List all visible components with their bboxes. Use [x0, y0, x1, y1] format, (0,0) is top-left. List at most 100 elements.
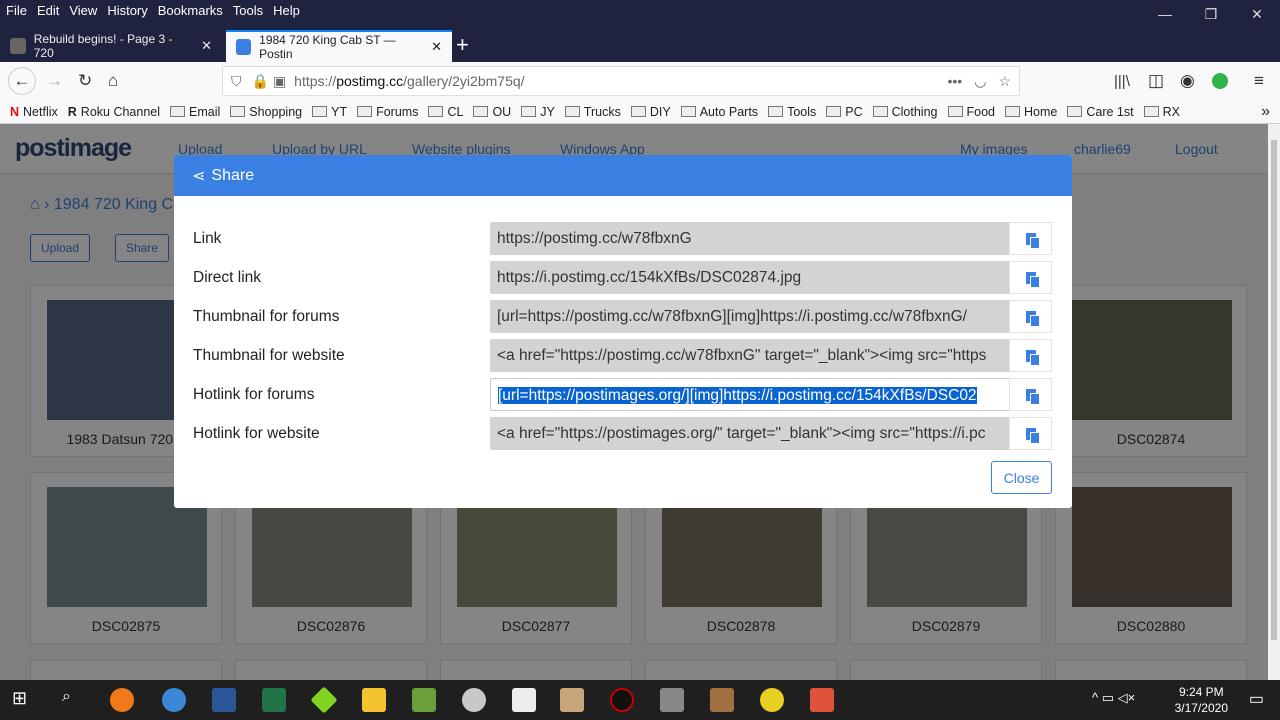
menu-bookmarks[interactable]: Bookmarks [158, 3, 223, 18]
scrollbar-thumb[interactable] [1271, 140, 1277, 640]
close-tab-icon[interactable]: ✕ [431, 39, 442, 55]
close-tab-icon[interactable]: ✕ [201, 38, 212, 54]
copy-button[interactable] [1009, 378, 1052, 411]
bookmark-folder[interactable]: Auto Parts [680, 105, 758, 119]
folder-icon [230, 106, 246, 117]
url-scheme: https:// [294, 73, 337, 89]
app-icon[interactable] [760, 688, 784, 712]
app-icon[interactable] [610, 688, 634, 712]
thunderbird-icon[interactable] [162, 688, 186, 712]
copy-icon [1025, 310, 1040, 327]
bookmark-label: Tools [787, 104, 817, 119]
bookmark-folder[interactable]: Tools [768, 105, 816, 119]
bookmark-folder[interactable]: PC [826, 105, 863, 119]
bookmark-label: Netflix [23, 104, 58, 119]
lock-icon: 🔒 [251, 72, 269, 89]
page-actions-icon[interactable]: ••• [948, 73, 963, 89]
menu-bar: File Edit View History Bookmarks Tools H… [6, 3, 300, 18]
bookmark-folder[interactable]: CL [428, 105, 463, 119]
bookmark-folder[interactable]: RX [1143, 105, 1180, 119]
menu-file[interactable]: File [6, 3, 27, 18]
pocket-icon[interactable]: ◡ [974, 73, 986, 90]
tab-postimage[interactable]: 1984 720 King Cab ST — Postin ✕ [226, 30, 452, 62]
scrollbar[interactable] [1268, 124, 1280, 680]
share-link-field[interactable]: [url=https://postimg.cc/w78fbxnG][img]ht… [490, 300, 1010, 333]
app-icon[interactable] [660, 688, 684, 712]
app-icon[interactable] [310, 686, 338, 714]
menu-history[interactable]: History [107, 3, 147, 18]
bookmark-folder[interactable]: Trucks [564, 105, 621, 119]
copy-button[interactable] [1009, 300, 1052, 333]
url-host: postimg.cc [336, 73, 404, 89]
bookmark-folder[interactable]: Forums [357, 105, 418, 119]
file-explorer-icon[interactable] [362, 688, 386, 712]
snipping-tool-icon[interactable] [462, 688, 486, 712]
reload-icon[interactable]: ↻ [78, 71, 92, 91]
copy-button[interactable] [1009, 261, 1052, 294]
share-link-field[interactable]: https://postimg.cc/w78fbxnG [490, 222, 1010, 255]
new-tab-icon[interactable]: + [456, 32, 469, 58]
share-row-label: Direct link [193, 269, 262, 286]
start-icon[interactable]: ⊞ [12, 688, 36, 712]
notifications-icon[interactable]: ▭ [1249, 689, 1264, 709]
excel-icon[interactable] [262, 688, 286, 712]
hamburger-menu-icon[interactable]: ≡ [1254, 71, 1264, 91]
share-link-field[interactable]: https://i.postimg.cc/154kXfBs/DSC02874.j… [490, 261, 1010, 294]
paint-icon[interactable] [412, 688, 436, 712]
folder-icon [564, 106, 580, 117]
bookmark-folder[interactable]: JY [521, 105, 555, 119]
share-row-label: Hotlink for website [193, 425, 320, 442]
bookmark-folder[interactable]: Food [947, 105, 995, 119]
share-link-field[interactable]: [url=https://postimages.org/][img]https:… [490, 378, 1010, 411]
menu-help[interactable]: Help [273, 3, 300, 18]
app-icon[interactable] [810, 688, 834, 712]
bookmark-folder[interactable]: Care 1st [1067, 105, 1134, 119]
bookmark-roku[interactable]: R Roku Channel [68, 105, 160, 119]
bookmark-folder[interactable]: OU [473, 105, 511, 119]
home-icon[interactable]: ⌂ [108, 71, 118, 91]
app-icon[interactable] [560, 688, 584, 712]
close-window-icon[interactable]: ✕ [1234, 0, 1280, 28]
share-link-field[interactable]: <a href="https://postimages.org/" target… [490, 417, 1010, 450]
back-icon[interactable]: ← [8, 67, 36, 95]
minimize-icon[interactable]: — [1142, 0, 1188, 28]
copy-button[interactable] [1009, 222, 1052, 255]
bookmark-folder[interactable]: Home [1005, 105, 1057, 119]
folder-icon [1005, 106, 1020, 117]
library-icon[interactable]: |||\ [1114, 73, 1130, 90]
menu-edit[interactable]: Edit [37, 3, 59, 18]
app-icon[interactable] [710, 688, 734, 712]
extension-icon[interactable] [1212, 73, 1228, 89]
restore-icon[interactable]: ❐ [1188, 0, 1234, 28]
shield-icon: ⛉ [231, 72, 242, 89]
tray-expand-icon[interactable]: ^ ▭ ◁× [1092, 690, 1135, 706]
bookmark-folder[interactable]: Clothing [872, 105, 938, 119]
calculator-icon[interactable] [512, 688, 536, 712]
forward-icon[interactable]: → [46, 71, 63, 91]
bookmark-folder[interactable]: DIY [630, 105, 671, 119]
folder-icon [357, 106, 373, 117]
firefox-icon[interactable] [110, 688, 134, 712]
menu-view[interactable]: View [69, 3, 97, 18]
bookmark-netflix[interactable]: N Netflix [10, 105, 58, 119]
bookmark-folder[interactable]: YT [312, 105, 347, 119]
sidebar-icon[interactable]: ◫ [1148, 71, 1164, 91]
dialog-header: ⋖ Share [174, 155, 1072, 196]
url-bar[interactable]: ⛉ 🔒 ▣ https://postimg.cc/gallery/2yi2bm7… [222, 66, 1020, 96]
bookmark-folder[interactable]: Shopping [230, 105, 302, 119]
bookmark-folder[interactable]: Email [170, 105, 220, 119]
tab-rebuild[interactable]: Rebuild begins! - Page 3 - 720 ✕ [0, 30, 222, 62]
share-link-field[interactable]: <a href="https://postimg.cc/w78fbxnG" ta… [490, 339, 1010, 372]
copy-button[interactable] [1009, 417, 1052, 450]
clock[interactable]: 9:24 PM 3/17/2020 [1175, 684, 1228, 716]
close-button[interactable]: Close [991, 461, 1052, 494]
share-row: Link https://postimg.cc/w78fbxnG [193, 222, 1053, 256]
copy-button[interactable] [1009, 339, 1052, 372]
word-icon[interactable] [212, 688, 236, 712]
account-icon[interactable]: ◉ [1180, 71, 1195, 91]
menu-tools[interactable]: Tools [233, 3, 263, 18]
search-icon[interactable]: ⌕ [62, 688, 86, 712]
bookmark-star-icon[interactable]: ☆ [998, 73, 1011, 90]
more-bookmarks-icon[interactable]: » [1261, 103, 1270, 121]
folder-icon [428, 106, 444, 117]
